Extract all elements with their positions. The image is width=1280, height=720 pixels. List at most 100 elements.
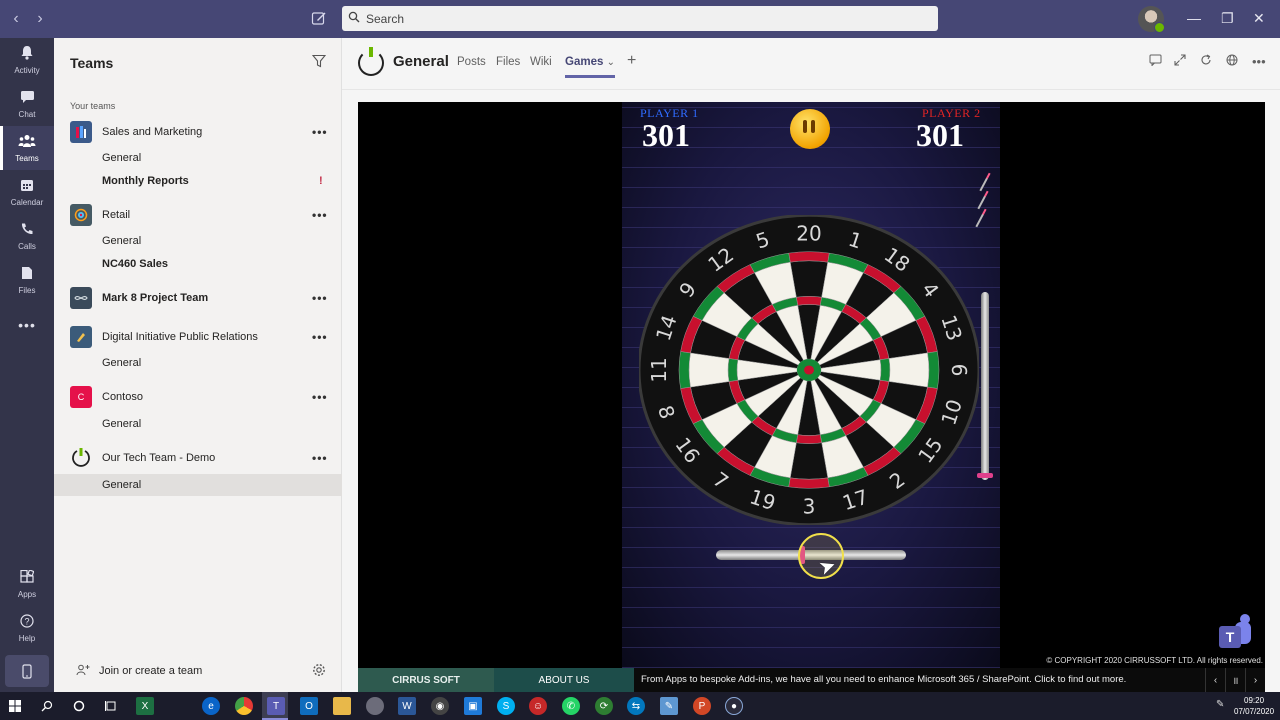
channel-monthly-reports[interactable]: Monthly Reports !: [54, 170, 342, 192]
channel-general[interactable]: General: [54, 147, 342, 169]
excel-icon[interactable]: X: [136, 697, 154, 715]
rail-item-activity[interactable]: Activity: [0, 38, 54, 82]
teams-taskbar-icon[interactable]: T: [267, 697, 285, 715]
forward-arrow-icon[interactable]: ›: [32, 10, 48, 28]
promo-ticker[interactable]: From Apps to bespoke Add-ins, we have al…: [641, 674, 1126, 685]
profile-avatar[interactable]: [1138, 6, 1165, 33]
about-us-button[interactable]: ABOUT US: [494, 668, 634, 692]
team-retail[interactable]: Retail •••: [54, 201, 342, 229]
join-or-create-team-link[interactable]: Join or create a team: [99, 665, 202, 677]
powerpoint-icon[interactable]: P: [693, 697, 711, 715]
team-our-tech-team-demo[interactable]: Our Tech Team - Demo •••: [54, 444, 342, 472]
double-segment: [678, 351, 691, 389]
edge-icon[interactable]: e: [202, 697, 220, 715]
channel-general-selected[interactable]: General: [54, 474, 342, 496]
ticker-prev-button[interactable]: ‹: [1205, 668, 1225, 692]
recorder-icon[interactable]: ●: [725, 697, 743, 715]
teamviewer-icon[interactable]: ⇆: [627, 697, 645, 715]
remote-desktop-icon[interactable]: ▣: [464, 697, 482, 715]
ticker-next-button[interactable]: ›: [1245, 668, 1265, 692]
whatsapp-icon[interactable]: ✆: [562, 697, 580, 715]
team-mark-8-project-team[interactable]: Mark 8 Project Team •••: [54, 284, 342, 312]
paint-app-icon[interactable]: ✎: [660, 697, 678, 715]
your-teams-heading: Your teams: [70, 101, 116, 111]
more-options-icon[interactable]: •••: [312, 451, 328, 465]
team-name: Retail: [102, 209, 131, 221]
close-button[interactable]: ✕: [1253, 10, 1265, 27]
restore-button[interactable]: ❐: [1221, 10, 1234, 27]
rail-item-chat[interactable]: Chat: [0, 82, 54, 126]
skype-icon[interactable]: S: [497, 697, 515, 715]
sync-app-icon[interactable]: ⟳: [595, 697, 613, 715]
treble-segment: [727, 358, 739, 382]
file-explorer-icon[interactable]: [333, 697, 351, 715]
tab-posts[interactable]: Posts: [457, 56, 486, 68]
more-apps-icon[interactable]: •••: [0, 317, 54, 333]
rail-item-apps[interactable]: Apps: [0, 562, 54, 606]
channel-header: General Posts Files Wiki Games ⌄ + •••: [342, 38, 1280, 90]
channel-label: General: [102, 418, 142, 430]
channel-label: NC460 Sales: [102, 258, 169, 270]
team-logo: [70, 121, 92, 143]
back-arrow-icon[interactable]: ‹: [8, 10, 24, 28]
rail-item-files[interactable]: Files: [0, 258, 54, 302]
word-icon[interactable]: W: [398, 697, 416, 715]
tab-files[interactable]: Files: [496, 56, 520, 68]
team-logo: [70, 447, 92, 469]
rail-item-teams[interactable]: Teams: [0, 126, 54, 170]
more-options-icon[interactable]: •••: [312, 125, 328, 139]
channel-nc460-sales[interactable]: NC460 Sales: [54, 253, 342, 275]
team-digital-initiative-public-relations[interactable]: Digital Initiative Public Relations •••: [54, 323, 342, 351]
more-options-icon[interactable]: •••: [312, 330, 328, 344]
filter-icon[interactable]: [311, 54, 327, 71]
rail-label: Calls: [18, 241, 36, 251]
pen-tray-icon[interactable]: ✎: [1216, 699, 1224, 710]
outlook-icon[interactable]: O: [300, 697, 318, 715]
treble-segment: [796, 434, 822, 444]
channel-general[interactable]: General: [54, 352, 342, 374]
more-options-icon[interactable]: •••: [1252, 54, 1266, 69]
windows-start-icon[interactable]: [6, 697, 24, 715]
security-icon[interactable]: ◉: [431, 697, 449, 715]
team-sales-and-marketing[interactable]: Sales and Marketing •••: [54, 118, 342, 146]
team-logo: [358, 47, 384, 76]
add-tab-button[interactable]: +: [627, 52, 636, 70]
more-options-icon[interactable]: •••: [312, 390, 328, 404]
people-app-icon[interactable]: ☺: [529, 697, 547, 715]
player1-score: 301: [642, 117, 690, 153]
treble-segment: [879, 358, 891, 382]
mobile-app-icon[interactable]: [5, 655, 49, 687]
expand-icon[interactable]: [1174, 54, 1186, 69]
minimize-button[interactable]: —: [1187, 10, 1201, 26]
cortana-icon[interactable]: [70, 697, 88, 715]
cirrus-soft-button[interactable]: CIRRUS SOFT: [358, 668, 494, 692]
more-options-icon[interactable]: •••: [312, 291, 328, 305]
rail-item-calls[interactable]: Calls: [0, 214, 54, 258]
ticker-pause-button[interactable]: ॥: [1225, 668, 1245, 692]
channel-general[interactable]: General: [54, 230, 342, 252]
search-icon[interactable]: [38, 697, 56, 715]
search-input[interactable]: Search: [342, 6, 938, 31]
reload-icon[interactable]: [1200, 54, 1212, 69]
team-name: Contoso: [102, 391, 143, 403]
channel-general[interactable]: General: [54, 413, 342, 435]
rail-item-help[interactable]: ? Help: [0, 606, 54, 650]
snipping-tool-icon[interactable]: [366, 697, 384, 715]
team-contoso[interactable]: C Contoso •••: [54, 383, 342, 411]
copyright-text: © COPYRIGHT 2020 CIRRUSSOFT LTD. All rig…: [1046, 656, 1263, 665]
tab-games[interactable]: Games ⌄: [565, 56, 615, 78]
darts-game[interactable]: PLAYER 1 301 PLAYER 2 301 20 1 18 4 13 6 10 15 2…: [358, 102, 1265, 668]
conversation-icon[interactable]: [1149, 54, 1162, 69]
chrome-icon[interactable]: [235, 697, 253, 715]
svg-text:?: ?: [24, 616, 29, 626]
system-clock[interactable]: 09:20 07/07/2020: [1234, 695, 1274, 717]
rail-item-calendar[interactable]: Calendar: [0, 170, 54, 214]
new-chat-icon[interactable]: [311, 10, 327, 31]
tab-wiki[interactable]: Wiki: [530, 56, 552, 68]
gear-icon[interactable]: [312, 663, 326, 680]
globe-icon[interactable]: [1226, 54, 1238, 69]
phone-icon: [20, 222, 34, 240]
task-view-icon[interactable]: [102, 697, 120, 715]
more-options-icon[interactable]: •••: [312, 208, 328, 222]
dartboard[interactable]: 20 11841361015217319716811149125: [639, 215, 979, 525]
